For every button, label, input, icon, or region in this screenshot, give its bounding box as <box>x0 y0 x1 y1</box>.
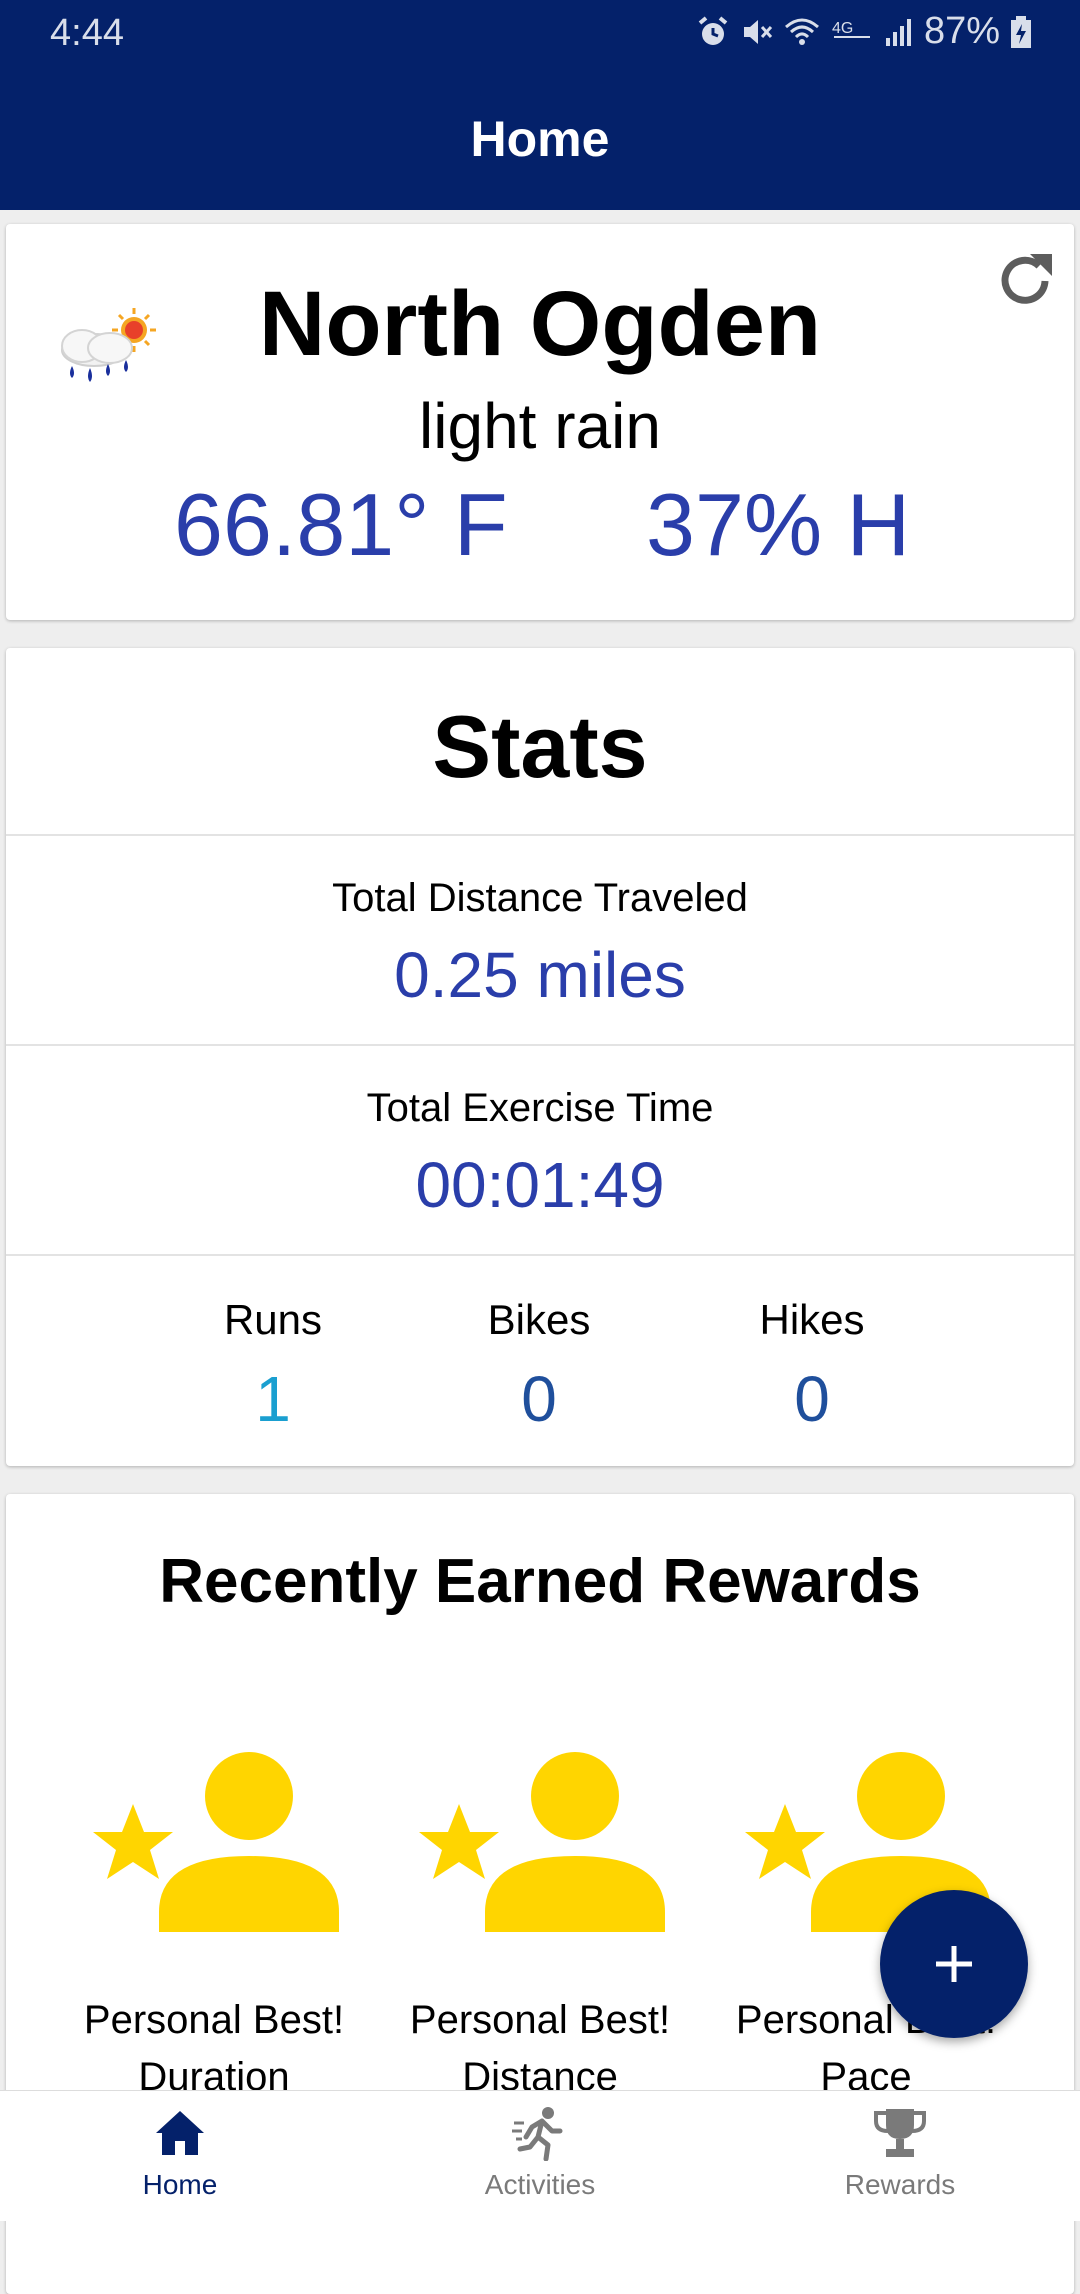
status-time: 4:44 <box>50 12 124 54</box>
home-icon <box>156 2111 204 2155</box>
temperature-value: 66.81° F <box>174 475 508 574</box>
hikes-label: Hikes <box>759 1296 865 1343</box>
nav-label-activities: Activities <box>484 2169 596 2200</box>
total-distance-value: 0.25 miles <box>394 939 686 1011</box>
star-person-icon <box>419 1752 665 1932</box>
bikes-count: Bikes 0 <box>409 1296 669 1436</box>
runs-value: 1 <box>255 1363 291 1435</box>
status-icons: 4G 87% <box>696 10 1032 53</box>
city-name: North Ogden <box>258 273 822 375</box>
bottom-navigation: Home Activities Rewards <box>0 2090 1080 2221</box>
humidity-value: 37% H <box>646 475 911 574</box>
svg-text:4G: 4G <box>832 20 853 37</box>
reward-item[interactable]: Personal Best! Duration <box>54 1752 374 2106</box>
hikes-count: Hikes 0 <box>682 1296 942 1436</box>
alarm-icon <box>698 15 728 45</box>
running-icon <box>512 2107 563 2161</box>
rewards-title: Recently Earned Rewards <box>159 1547 921 1616</box>
signal-icon <box>885 18 911 46</box>
mute-icon <box>743 19 773 44</box>
bikes-value: 0 <box>521 1363 557 1435</box>
divider <box>6 1254 1074 1256</box>
reward-title: Personal Best! <box>409 1998 671 2042</box>
battery-charging-icon <box>1011 15 1031 48</box>
nav-item-rewards[interactable]: Rewards <box>800 2105 1000 2201</box>
weather-card: North Ogden light rain 66.81° F 37% H <box>6 224 1074 620</box>
total-distance-label: Total Distance Traveled <box>332 876 748 920</box>
runs-label: Runs <box>223 1296 323 1343</box>
divider <box>6 834 1074 836</box>
nav-item-activities[interactable]: Activities <box>440 2105 640 2201</box>
stats-card: Stats Total Distance Traveled 0.25 miles… <box>6 648 1074 1466</box>
star-person-icon <box>93 1752 339 1932</box>
nav-item-home[interactable]: Home <box>80 2105 280 2201</box>
page-title: Home <box>470 111 610 167</box>
stats-title: Stats <box>432 697 648 796</box>
hikes-value: 0 <box>794 1363 830 1435</box>
reward-title: Personal Best! <box>83 1998 345 2042</box>
battery-percent: 87% <box>923 10 1000 52</box>
runs-count: Runs 1 <box>143 1296 403 1436</box>
divider <box>6 1044 1074 1046</box>
total-exercise-time-label: Total Exercise Time <box>366 1086 714 1130</box>
top-app-bar: 4:44 4G 87% Home <box>0 0 1080 210</box>
wifi-icon <box>784 18 819 45</box>
total-exercise-time-value: 00:01:49 <box>415 1149 665 1221</box>
nav-label-rewards: Rewards <box>844 2169 956 2200</box>
lte-icon: 4G <box>832 20 870 38</box>
bikes-label: Bikes <box>487 1296 591 1343</box>
trophy-icon <box>874 2109 926 2157</box>
add-activity-button[interactable] <box>880 1890 1028 2038</box>
plus-icon <box>936 1946 972 1982</box>
reward-item[interactable]: Personal Best! Distance <box>380 1752 700 2106</box>
nav-label-home: Home <box>142 2169 218 2200</box>
weather-condition: light rain <box>419 390 661 462</box>
